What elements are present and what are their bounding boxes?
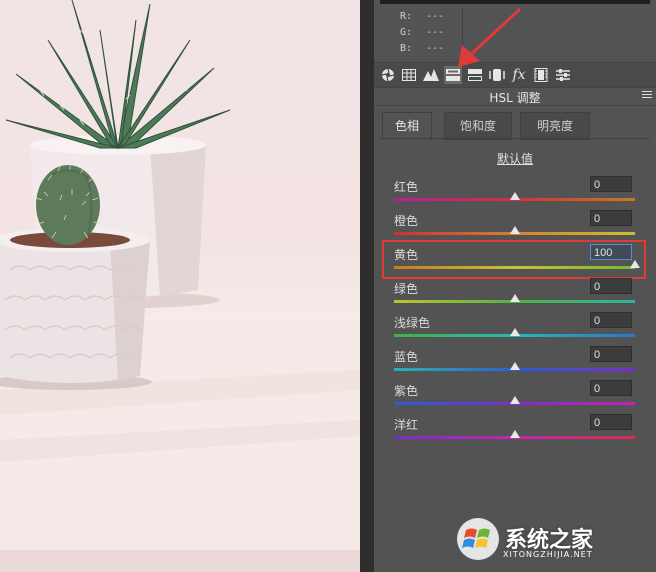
slider-thumb-purple[interactable]	[509, 396, 520, 404]
rgb-readout-r: R: ---	[400, 11, 444, 22]
fx-icon[interactable]: fx	[510, 66, 528, 84]
slider-label-aqua: 浅绿色	[394, 316, 431, 330]
rgb-value: ---	[426, 43, 445, 54]
value-field-orange[interactable]: 0	[590, 210, 632, 226]
slider-thumb-blue[interactable]	[509, 362, 520, 370]
value-field-aqua[interactable]: 0	[590, 312, 632, 328]
grid-icon[interactable]	[400, 66, 418, 84]
tab-hue[interactable]: 色相	[382, 112, 432, 140]
rgb-value: ---	[426, 27, 445, 38]
panel-title: HSL 调整	[489, 91, 541, 105]
default-link[interactable]: 默认值	[374, 150, 656, 167]
slider-thumb-magenta[interactable]	[509, 430, 520, 438]
hsl-icon[interactable]	[444, 66, 462, 84]
panel-title-bar: HSL 调整	[374, 87, 656, 106]
panel-toolbar: fx	[374, 62, 656, 88]
plant-photo	[0, 0, 360, 550]
panel-menu-icon[interactable]	[642, 91, 652, 100]
value-field-blue[interactable]: 0	[590, 346, 632, 362]
sliders-icon[interactable]	[554, 66, 572, 84]
tab-luminance[interactable]: 明亮度	[520, 112, 590, 140]
aperture-icon[interactable]	[379, 66, 397, 84]
slider-thumb-yellow[interactable]	[630, 260, 640, 268]
rgb-label: B:	[400, 43, 413, 54]
adjustment-panel: R: --- G: --- B: --- fx HSL 调整 色相 饱和度 明亮…	[374, 0, 656, 572]
slider-label-purple: 紫色	[394, 384, 419, 398]
mountains-icon[interactable]	[422, 66, 440, 84]
tab-divider	[380, 138, 650, 139]
slider-label-red: 红色	[394, 180, 419, 194]
film-icon[interactable]	[532, 66, 550, 84]
lens-icon[interactable]	[488, 66, 506, 84]
image-preview	[0, 0, 360, 550]
slider-label-yellow: 黄色	[394, 248, 419, 262]
split-toning-icon[interactable]	[466, 66, 484, 84]
value-field-red[interactable]: 0	[590, 176, 632, 192]
value-field-yellow[interactable]: 100	[590, 244, 632, 260]
slider-thumb-green[interactable]	[509, 294, 520, 302]
tab-saturation[interactable]: 饱和度	[444, 112, 512, 140]
slider-thumb-red[interactable]	[509, 192, 520, 200]
histogram-bottom-edge	[380, 0, 650, 4]
panel-gutter	[360, 0, 374, 572]
value-field-green[interactable]: 0	[590, 278, 632, 294]
slider-label-green: 绿色	[394, 282, 419, 296]
slider-label-magenta: 洋红	[394, 418, 419, 432]
value-field-magenta[interactable]: 0	[590, 414, 632, 430]
slider-label-orange: 橙色	[394, 214, 419, 228]
slider-label-blue: 蓝色	[394, 350, 419, 364]
slider-track-yellow[interactable]	[394, 266, 635, 269]
photo-bottom-strip	[0, 550, 360, 572]
rgb-separator	[462, 8, 463, 56]
rgb-readout-b: B: ---	[400, 43, 444, 54]
slider-thumb-aqua[interactable]	[509, 328, 520, 336]
rgb-label: G:	[400, 27, 413, 38]
slider-thumb-orange[interactable]	[509, 226, 520, 234]
value-field-purple[interactable]: 0	[590, 380, 632, 396]
rgb-readout-g: G: ---	[400, 27, 444, 38]
rgb-label: R:	[400, 11, 413, 22]
rgb-value: ---	[426, 11, 445, 22]
